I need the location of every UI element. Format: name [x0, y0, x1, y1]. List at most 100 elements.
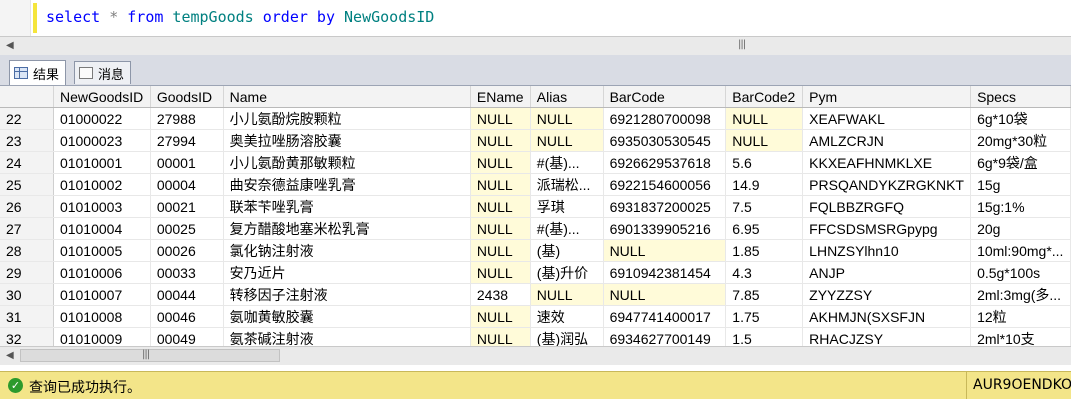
cell-goodsid[interactable]: 00001 — [150, 151, 224, 174]
cell-barcode[interactable]: 6926629537618 — [603, 151, 727, 174]
cell-pym[interactable]: PRSQANDYKZRGKNKT — [802, 173, 972, 196]
table-row[interactable]: 27 01010004 00025 复方醋酸地塞米松乳膏 NULL #(基)... 6901… — [0, 217, 1071, 240]
row-number[interactable]: 32 — [0, 327, 54, 347]
cell-specs[interactable]: 20mg*30粒 — [970, 129, 1071, 152]
cell-barcode[interactable]: 6935030530545 — [603, 129, 727, 152]
cell-alias[interactable]: NULL — [530, 107, 604, 130]
editor-horizontal-scrollbar[interactable]: ◀ ||| — [0, 36, 1071, 56]
row-number[interactable]: 29 — [0, 261, 54, 284]
cell-alias[interactable]: (基)升价 — [530, 261, 604, 284]
row-number[interactable]: 24 — [0, 151, 54, 174]
cell-pym[interactable]: KKXEAFHNMKLXE — [802, 151, 972, 174]
cell-specs[interactable]: 20g — [970, 217, 1071, 240]
cell-newgoodsid[interactable]: 01000023 — [53, 129, 151, 152]
cell-alias[interactable]: #(基)... — [530, 151, 604, 174]
cell-name[interactable]: 小儿氨酚黄那敏颗粒 — [223, 151, 471, 174]
cell-barcode2[interactable]: 5.6 — [725, 151, 804, 174]
row-number[interactable]: 31 — [0, 305, 54, 328]
cell-newgoodsid[interactable]: 01010006 — [53, 261, 151, 284]
cell-name[interactable]: 联苯苄唑乳膏 — [223, 195, 471, 218]
column-header-name[interactable]: Name — [223, 86, 471, 108]
cell-pym[interactable]: AKHMJN(SXSFJN — [802, 305, 972, 328]
cell-goodsid[interactable]: 00049 — [150, 327, 224, 347]
table-row[interactable]: 32 01010009 00049 氨茶碱注射液 NULL (基)润弘 6934627700… — [0, 327, 1071, 347]
cell-barcode2[interactable]: 6.95 — [725, 217, 804, 240]
table-row[interactable]: 23 01000023 27994 奥美拉唑肠溶胶囊 NULL NULL 693503053… — [0, 129, 1071, 152]
cell-goodsid[interactable]: 00044 — [150, 283, 224, 306]
cell-barcode[interactable]: 6931837200025 — [603, 195, 727, 218]
cell-ename[interactable]: NULL — [470, 107, 531, 130]
cell-alias[interactable]: NULL — [530, 283, 604, 306]
grid-horizontal-scrollbar[interactable]: ◀ ||| — [0, 346, 1071, 365]
cell-ename[interactable]: NULL — [470, 195, 531, 218]
tab-messages[interactable]: 消息 — [74, 61, 132, 84]
cell-specs[interactable]: 2ml*10支 — [970, 327, 1071, 347]
cell-pym[interactable]: XEAFWAKL — [802, 107, 972, 130]
tab-results[interactable]: 结果 — [9, 60, 67, 85]
cell-barcode2[interactable]: 7.85 — [725, 283, 804, 306]
table-row[interactable]: 31 01010008 00046 氨咖黄敏胶囊 NULL 速效 6947741400017… — [0, 305, 1071, 328]
cell-goodsid[interactable]: 00033 — [150, 261, 224, 284]
cell-goodsid[interactable]: 00026 — [150, 239, 224, 262]
cell-barcode2[interactable]: 1.5 — [725, 327, 804, 347]
cell-barcode2[interactable]: 14.9 — [725, 173, 804, 196]
cell-name[interactable]: 氨咖黄敏胶囊 — [223, 305, 471, 328]
cell-ename[interactable]: NULL — [470, 129, 531, 152]
column-header-ename[interactable]: EName — [470, 86, 531, 108]
cell-pym[interactable]: ZYYZZSY — [802, 283, 972, 306]
column-header-specs[interactable]: Specs — [970, 86, 1071, 108]
cell-specs[interactable]: 6g*10袋 — [970, 107, 1071, 130]
cell-goodsid[interactable]: 00021 — [150, 195, 224, 218]
cell-barcode[interactable]: 6922154600056 — [603, 173, 727, 196]
cell-barcode2[interactable]: 1.85 — [725, 239, 804, 262]
cell-ename[interactable]: 2438 — [470, 283, 531, 306]
cell-name[interactable]: 小儿氨酚烷胺颗粒 — [223, 107, 471, 130]
cell-newgoodsid[interactable]: 01000022 — [53, 107, 151, 130]
cell-name[interactable]: 氯化钠注射液 — [223, 239, 471, 262]
cell-name[interactable]: 安乃近片 — [223, 261, 471, 284]
cell-specs[interactable]: 0.5g*100s — [970, 261, 1071, 284]
row-number[interactable]: 27 — [0, 217, 54, 240]
column-header-barcode2[interactable]: BarCode2 — [725, 86, 804, 108]
column-header-newgoodsid[interactable]: NewGoodsID — [53, 86, 151, 108]
cell-name[interactable]: 复方醋酸地塞米松乳膏 — [223, 217, 471, 240]
row-number[interactable]: 30 — [0, 283, 54, 306]
cell-specs[interactable]: 10ml:90mg*... — [970, 239, 1071, 262]
cell-alias[interactable]: 速效 — [530, 305, 604, 328]
row-number-header[interactable] — [0, 86, 54, 108]
cell-specs[interactable]: 2ml:3mg(多... — [970, 283, 1071, 306]
cell-barcode[interactable]: 6901339905216 — [603, 217, 727, 240]
scroll-left-arrow-icon[interactable]: ◀ — [6, 350, 14, 361]
cell-barcode[interactable]: 6910942381454 — [603, 261, 727, 284]
cell-alias[interactable]: 孚琪 — [530, 195, 604, 218]
cell-newgoodsid[interactable]: 01010002 — [53, 173, 151, 196]
cell-alias[interactable]: (基)润弘 — [530, 327, 604, 347]
cell-newgoodsid[interactable]: 01010008 — [53, 305, 151, 328]
cell-newgoodsid[interactable]: 01010007 — [53, 283, 151, 306]
cell-name[interactable]: 奥美拉唑肠溶胶囊 — [223, 129, 471, 152]
table-row[interactable]: 22 01000022 27988 小儿氨酚烷胺颗粒 NULL NULL 692128070… — [0, 107, 1071, 130]
cell-barcode[interactable]: 6934627700149 — [603, 327, 727, 347]
sql-text[interactable]: select * from tempGoods order by NewGood… — [46, 8, 434, 26]
cell-barcode[interactable]: 6947741400017 — [603, 305, 727, 328]
cell-goodsid[interactable]: 00046 — [150, 305, 224, 328]
cell-ename[interactable]: NULL — [470, 173, 531, 196]
cell-pym[interactable]: LHNZSYlhn10 — [802, 239, 972, 262]
cell-goodsid[interactable]: 00025 — [150, 217, 224, 240]
cell-ename[interactable]: NULL — [470, 217, 531, 240]
row-number[interactable]: 23 — [0, 129, 54, 152]
cell-barcode2[interactable]: 7.5 — [725, 195, 804, 218]
cell-alias[interactable]: NULL — [530, 129, 604, 152]
cell-pym[interactable]: ANJP — [802, 261, 972, 284]
cell-alias[interactable]: #(基)... — [530, 217, 604, 240]
column-header-goodsid[interactable]: GoodsID — [150, 86, 224, 108]
cell-barcode2[interactable]: NULL — [725, 107, 804, 130]
cell-newgoodsid[interactable]: 01010009 — [53, 327, 151, 347]
cell-specs[interactable]: 15g:1% — [970, 195, 1071, 218]
cell-ename[interactable]: NULL — [470, 239, 531, 262]
scroll-grip-icon[interactable]: ||| — [142, 349, 150, 360]
cell-pym[interactable]: RHACJZSY — [802, 327, 972, 347]
query-editor[interactable]: select * from tempGoods order by NewGood… — [0, 0, 1071, 36]
row-number[interactable]: 22 — [0, 107, 54, 130]
cell-newgoodsid[interactable]: 01010004 — [53, 217, 151, 240]
